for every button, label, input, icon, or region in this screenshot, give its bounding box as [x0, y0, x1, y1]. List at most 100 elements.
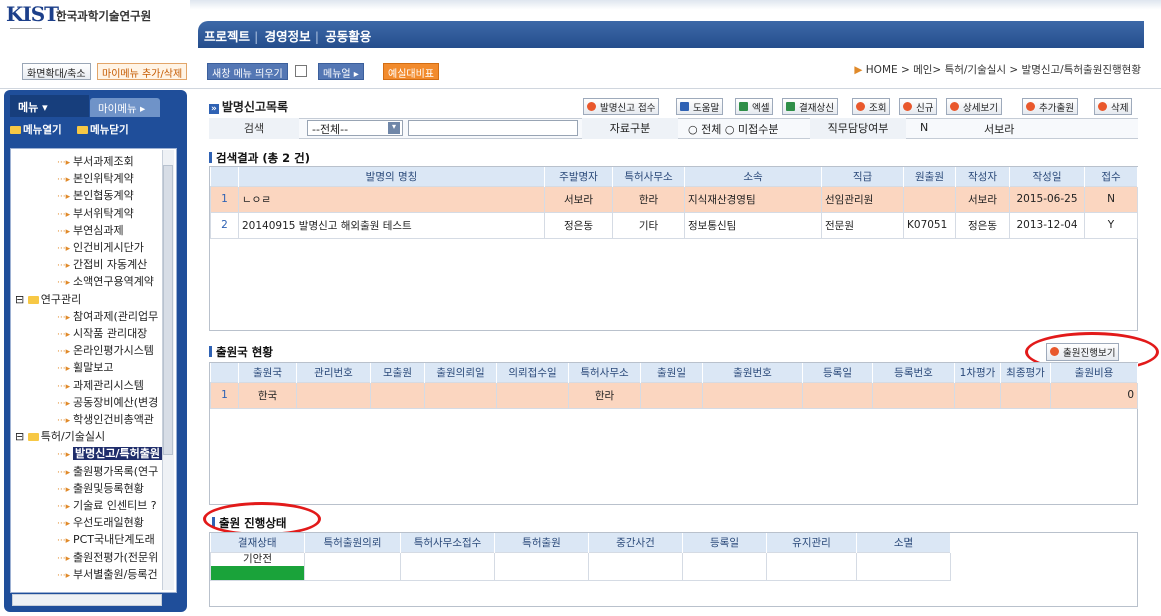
radio-unreceived[interactable]: ○ 미접수분 — [725, 123, 779, 136]
list-title: » 발명신고목록 — [209, 98, 288, 115]
menu-tree: ···▸ 부서과제조회 ···▸ 본인위탁계약 ···▸ 본인협동계약 ···▸ 부서… — [10, 148, 177, 593]
radio-all-label: 전체 — [701, 123, 722, 136]
table-row[interactable]: 1 ㄴㅇㄹ 서보라 한라 지식재산경영팀 선임관리원 서보라 2015-06-2… — [210, 185, 1138, 213]
sidebar-item-label: 소액연구용역계약 — [72, 275, 154, 289]
col-header: 유지관리 — [766, 533, 857, 552]
cell-received: Y — [1084, 211, 1138, 239]
results-grid: 발명의 명칭 주발명자 특허사무소 소속 직급 원출원 작성자 작성일 접수 1 ㄴㅇㄹ 서보라… — [209, 166, 1138, 331]
sidebar-item-label: 과제관리시스템 — [72, 378, 144, 392]
search-select[interactable]: --전체-- ▾ — [307, 120, 403, 136]
radio-all[interactable]: ○ 전체 — [688, 123, 721, 136]
sidebar-item[interactable]: ···▸ 기술료 인센티브 ? — [57, 497, 157, 514]
add-application-button[interactable]: 추가출원 — [1022, 98, 1078, 115]
nav-management[interactable]: 경영정보 — [259, 21, 315, 45]
zoom-button[interactable]: 화면확대/축소 — [22, 63, 91, 80]
new-window-checkbox[interactable] — [295, 65, 307, 77]
tree-folder[interactable]: ⊟ 특허/기술실시 — [15, 428, 105, 445]
invention-receive-button[interactable]: 발명신고 접수 — [583, 98, 660, 115]
tree-folder[interactable]: ⊟ 연구관리 — [15, 291, 81, 308]
tree-branch-icon: ···▸ — [57, 364, 73, 375]
close-all-menu[interactable]: 메뉴닫기 — [76, 124, 129, 136]
logo-mark: KIST — [6, 2, 59, 26]
tab-menu[interactable]: 메뉴 ▾ — [10, 95, 89, 117]
search-input[interactable] — [408, 120, 578, 136]
col-header: 작성자 — [955, 167, 1010, 186]
table-row[interactable]: 2 20140915 발명신고 해외출원 테스트 정은동 기타 정보통신팀 전문… — [210, 211, 1138, 239]
sidebar-item-label: 부서과제조회 — [72, 155, 134, 168]
sidebar-item[interactable]: ···▸ 휠말보고 — [57, 359, 113, 376]
sidebar-item[interactable]: ···▸ 인건비게시단가 — [57, 239, 144, 256]
sidebar-item[interactable]: ···▸ 출원전평가(전문위 — [57, 549, 158, 566]
sidebar-item[interactable]: ···▸ 시작품 관리대장 — [57, 325, 147, 342]
cell-office: 기타 — [612, 211, 685, 239]
sidebar-tools: 메뉴열기 메뉴닫기 — [10, 122, 180, 142]
dropdown-arrow-icon: ▾ — [388, 122, 400, 134]
nav-shared[interactable]: 공동활용 — [319, 21, 375, 45]
add-my-menu-button[interactable]: 마이메뉴 추가/삭제 — [97, 63, 188, 80]
manual-dropdown[interactable]: 메뉴얼 ▸ — [318, 63, 364, 80]
cell-rank: 전문원 — [821, 211, 904, 239]
sidebar-scroll-thumb[interactable] — [163, 165, 173, 455]
duty-value: N — [920, 121, 929, 134]
delete-button[interactable]: 삭제 — [1094, 98, 1133, 115]
help-button[interactable]: 도움말 — [676, 98, 724, 115]
new-button[interactable]: 신규 — [899, 98, 938, 115]
results-title: 검색결과 (총 2 건) — [209, 150, 310, 166]
sidebar-item[interactable]: ···▸ 출원및등록현황 — [57, 480, 144, 497]
open-all-menu[interactable]: 메뉴열기 — [10, 124, 62, 136]
country-title: 출원국 현황 — [209, 344, 273, 360]
search-button[interactable]: 조회 — [852, 98, 891, 115]
sidebar-item-label: 출원전평가(전문위 — [72, 550, 159, 564]
person-value: 서보라 — [984, 123, 1015, 136]
col-header: 특허사무소 — [612, 167, 685, 186]
sidebar-item[interactable]: ···▸ 학생인건비총액관 — [57, 411, 154, 428]
col-header: 최종평가 — [1000, 363, 1051, 382]
sidebar-item[interactable]: ···▸ 간접비 자동계산 — [57, 256, 147, 273]
tree-branch-icon: ···▸ — [57, 570, 73, 581]
nav-project[interactable]: 프로젝트 — [198, 21, 254, 45]
sidebar-item[interactable]: ···▸ 부서위탁계약 — [57, 205, 134, 222]
col-header: 직급 — [821, 167, 904, 186]
sidebar-item-label: 간접비 자동계산 — [72, 258, 148, 272]
sidebar-item[interactable]: ···▸ 본인위탁계약 — [57, 170, 134, 187]
new-window-menu-button[interactable]: 새창 메뉴 띄우기 — [207, 63, 288, 80]
tree-branch-icon: ···▸ — [57, 502, 73, 512]
sidebar-item[interactable]: ···▸ 부서과제조회 — [57, 153, 134, 170]
sidebar-item[interactable]: ···▸ 소액연구용역계약 — [57, 273, 154, 290]
status-text: 기안전 — [243, 552, 272, 565]
tab-my-menu[interactable]: 마이메뉴 ▸ — [90, 98, 160, 117]
annotation-circle — [203, 502, 321, 536]
close-all-label: 메뉴닫기 — [89, 124, 129, 136]
list-title-text: 발명신고목록 — [221, 100, 289, 114]
table-row[interactable]: 1 한국 한라 0 — [210, 381, 1138, 409]
sidebar-item[interactable]: ···▸ 발명신고/특허출원 — [57, 445, 162, 462]
progress-header: 결재상태 특허출원의뢰 특허사무소접수 특허출원 중간사건 등록일 유지관리 소멸 — [210, 533, 951, 552]
detail-button[interactable]: 상세보기 — [946, 98, 1002, 115]
sidebar-item-label: 온라인평가시스템 — [72, 344, 154, 358]
cell-country: 한국 — [238, 381, 297, 409]
approval-button[interactable]: 결재상신 — [782, 98, 838, 115]
cell-dept: 지식재산경영팀 — [684, 185, 822, 213]
progress-grid: 결재상태 특허출원의뢰 특허사무소접수 특허출원 중간사건 등록일 유지관리 소멸 기안전 — [209, 532, 1138, 607]
sidebar-item[interactable]: ···▸ 과제관리시스템 — [57, 377, 144, 394]
kist-logo[interactable]: KIST 한국과학기술연구원 — [4, 2, 192, 50]
sidebar-item[interactable]: ···▸ 출원평가목록(연구 — [57, 463, 158, 480]
col-header: 등록번호 — [872, 363, 955, 382]
sidebar-item[interactable]: ···▸ 참여과제(관리업무 — [57, 308, 158, 325]
country-header: 출원국 관리번호 모출원 출원의뢰일 의뢰접수일 특허사무소 출원일 출원번호 등록일 등록번호 1… — [210, 363, 1138, 382]
sidebar-item[interactable]: ···▸ 온라인평가시스템 — [57, 342, 154, 359]
budget-compare-button[interactable]: 예실대비표 — [383, 63, 439, 80]
tree-branch-icon: ···▸ — [57, 278, 73, 289]
col-header: 작성일 — [1009, 167, 1085, 186]
sidebar-item[interactable]: ···▸ 본인협동계약 — [57, 187, 134, 204]
sidebar-item[interactable]: ···▸ 부연심과제 — [57, 222, 124, 239]
sidebar-hscrollbar[interactable] — [12, 594, 162, 606]
excel-button[interactable]: 엑셀 — [735, 98, 774, 115]
folder-icon: ⊟ — [15, 430, 41, 443]
sidebar-item[interactable]: ···▸ PCT국내단계도래 — [57, 531, 155, 548]
sidebar-item[interactable]: ···▸ 공동장비예산(변경 — [57, 394, 158, 411]
sidebar-item[interactable]: ···▸ 부서별출원/등록건 — [57, 566, 158, 583]
col-header: 결재상태 — [210, 533, 305, 552]
sidebar-item[interactable]: ···▸ 우선도래일현황 — [57, 514, 144, 531]
sidebar-item-label: 시작품 관리대장 — [72, 327, 148, 340]
